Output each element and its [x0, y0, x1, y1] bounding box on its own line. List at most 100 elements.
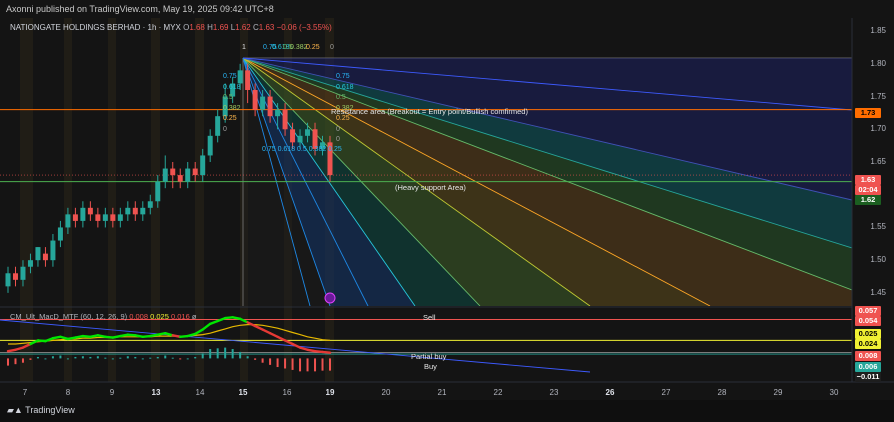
macd-val1: 0.008: [129, 312, 148, 321]
macd-tag-5: 0.008: [855, 351, 881, 361]
price-tick-label: 1.50: [870, 255, 886, 265]
macd-histogram-bar: [254, 358, 257, 360]
candle: [125, 201, 131, 221]
candle-body: [80, 207, 86, 221]
fib-top-label-4: 0.382: [290, 44, 308, 51]
fib-one-label: 1: [242, 44, 246, 51]
partial-buy-annotation: Partial buy: [411, 352, 447, 361]
price-tick-label: 1.45: [870, 287, 886, 297]
macd-histogram-bar: [201, 353, 204, 359]
chart-canvas[interactable]: [0, 0, 894, 422]
macd-name: CM_Ult_MacD_MTF (60, 12, 26, 9): [10, 312, 128, 321]
macd-line-segment: [261, 328, 272, 335]
macd-legend: CM_Ult_MacD_MTF (60, 12, 26, 9) 0.008 0.…: [10, 312, 196, 321]
macd-line-segment: [321, 350, 332, 354]
macd-tag-4: 0.024: [855, 339, 881, 349]
macd-tag-6: 0.006: [855, 362, 881, 372]
candle: [207, 129, 213, 162]
low-value: 1.62: [235, 23, 251, 32]
session-band: [64, 18, 72, 382]
candle: [5, 266, 11, 293]
fib-left-label: 0.5: [223, 94, 233, 101]
candle: [117, 207, 123, 228]
macd-histogram-bar: [51, 356, 54, 359]
macd-tag-2: 0.054: [855, 316, 881, 326]
macd-histogram-bar: [284, 358, 287, 369]
macd-histogram-bar: [104, 357, 107, 359]
candle-body: [215, 116, 221, 136]
candle-body: [87, 207, 93, 215]
macd-histogram-bar: [59, 355, 62, 359]
candle-body: [275, 109, 281, 117]
fib-left-label: 0.618: [223, 83, 241, 91]
candle-body: [20, 266, 26, 280]
macd-histogram-bar: [314, 358, 317, 372]
candle-body: [260, 96, 266, 110]
macd-histogram-bar: [81, 356, 84, 359]
macd-histogram-bar: [7, 358, 9, 366]
time-tick-label: 13: [151, 388, 161, 397]
macd-histogram-bar: [329, 358, 331, 371]
candle-body: [237, 70, 243, 84]
candle: [132, 201, 138, 221]
candle-body: [132, 207, 138, 215]
macd-histogram-bar: [261, 358, 264, 363]
macd-histogram-bar: [276, 358, 279, 368]
eye-icon[interactable]: ø: [192, 312, 197, 321]
macd-histogram-bar: [299, 358, 302, 372]
macd-line-segment: [208, 319, 219, 326]
close-value: 1.63: [258, 23, 275, 32]
macd-histogram-bar: [149, 357, 152, 359]
price-tick-label: 1.85: [870, 26, 886, 36]
macd-histogram-bar: [156, 356, 159, 359]
symbol-legend: NATIONGATE HOLDINGS BERHAD · 1h · MYX O1…: [10, 23, 332, 32]
candle: [35, 247, 41, 267]
macd-histogram-bar: [89, 356, 92, 359]
fib-bottom-zero: 0: [336, 136, 340, 143]
macd-val2: 0.025: [150, 312, 169, 321]
tradingview-logo[interactable]: ▰▲ TradingView: [7, 405, 75, 416]
candle-body: [192, 168, 198, 176]
macd-histogram-bar: [44, 358, 47, 360]
macd-line-segment: [291, 342, 302, 349]
macd-val3: 0.016: [170, 312, 190, 321]
macd-line-segment: [253, 324, 264, 331]
macd-tag-1: 0.057: [855, 306, 881, 316]
candle-body: [102, 214, 108, 221]
macd-histogram-bar: [246, 356, 249, 359]
lightning-icon: [324, 292, 336, 304]
macd-tag-3: 0.025: [855, 329, 881, 339]
candle-body: [177, 175, 183, 182]
macd-histogram-bar: [306, 358, 309, 372]
macd-histogram-bar: [141, 358, 144, 360]
candle-body: [245, 70, 251, 90]
candle-body: [110, 214, 116, 221]
session-band: [108, 18, 116, 382]
time-tick-label: 21: [437, 388, 447, 397]
time-tick-label: 23: [549, 388, 559, 397]
time-tick-label: 20: [381, 388, 391, 397]
macd-histogram-bar: [216, 348, 219, 359]
macd-histogram-bar: [96, 356, 99, 359]
candle: [185, 162, 191, 189]
time-tick-label: 7: [22, 388, 28, 397]
tv-logo-icon: ▰▲: [7, 405, 26, 415]
candle-body: [5, 273, 11, 287]
time-tick-label: 28: [717, 388, 727, 397]
candle-body: [170, 168, 176, 176]
candle-body: [162, 168, 168, 182]
resistance-price-tag: 1.73: [855, 108, 881, 118]
macd-histogram-bar: [14, 358, 17, 365]
change-value: −0.06 (−3.55%): [276, 23, 332, 32]
macd-histogram-bar: [36, 356, 39, 359]
candle: [57, 220, 63, 248]
candle-body: [207, 135, 213, 156]
candle: [327, 135, 333, 182]
candle-body: [42, 253, 48, 261]
candle-body: [147, 201, 153, 208]
candle: [12, 266, 18, 287]
time-tick-label: 14: [195, 388, 205, 397]
macd-histogram-bar: [291, 358, 294, 370]
candle-body: [117, 214, 123, 221]
fib-left-label: 0.75: [223, 73, 237, 80]
